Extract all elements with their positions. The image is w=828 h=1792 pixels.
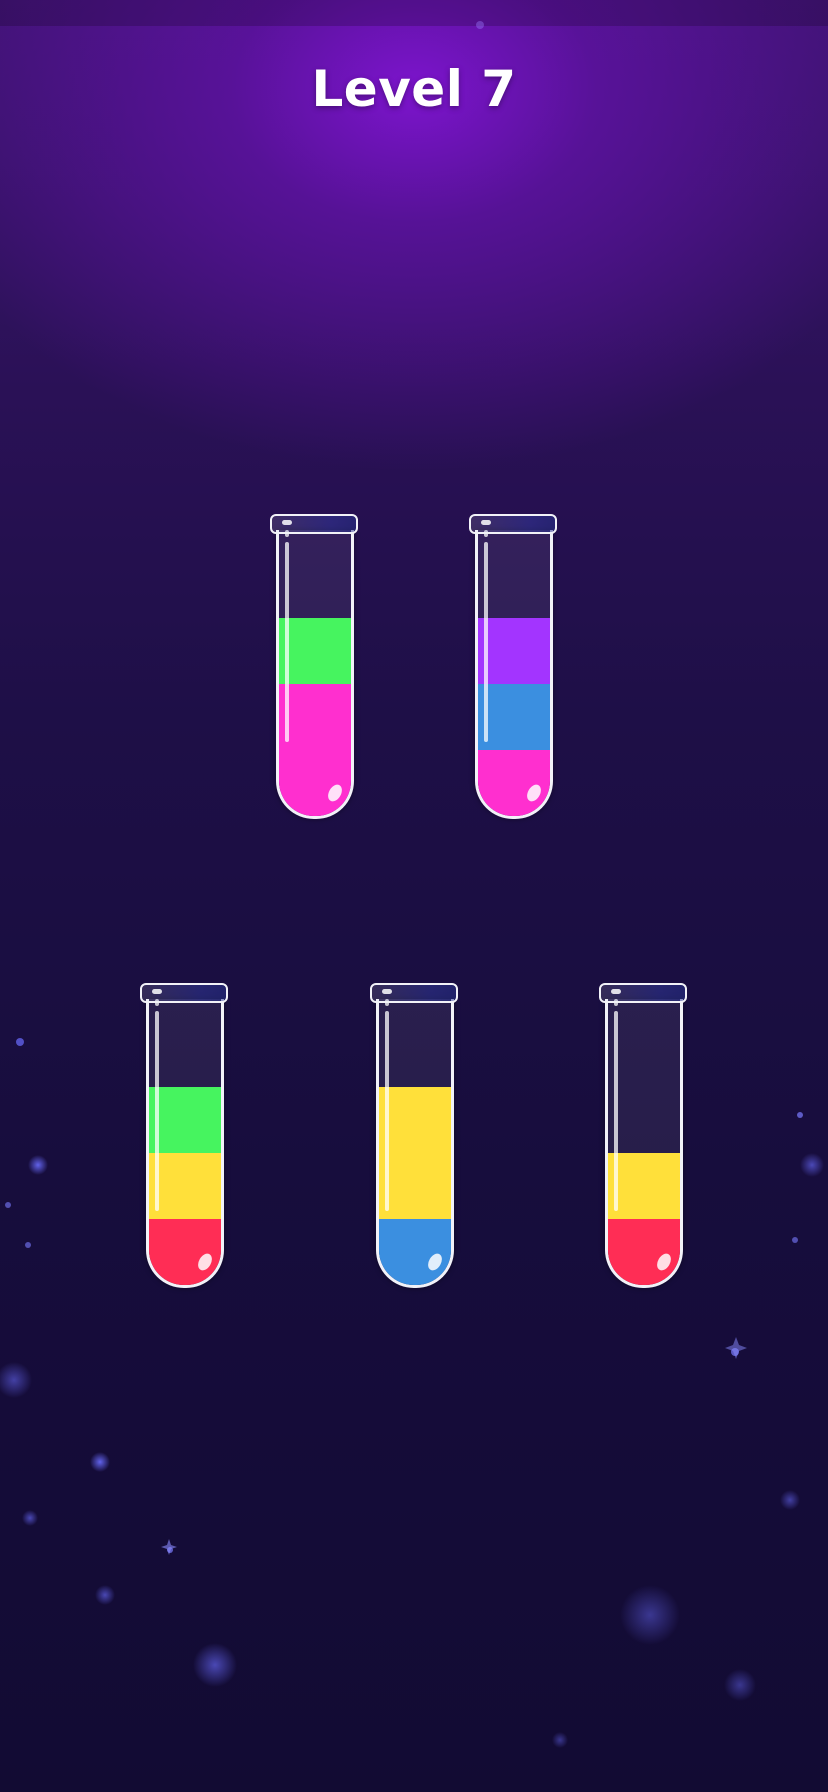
liquid-layer-pink <box>279 750 351 816</box>
liquid-layer-yellow <box>149 1153 221 1219</box>
test-tube[interactable] <box>469 514 557 822</box>
liquid-layer-yellow <box>608 1153 680 1219</box>
tube-rim <box>469 514 557 534</box>
level-title: Level 7 <box>311 60 517 118</box>
liquid-layer-pink <box>478 750 550 816</box>
liquid-layer-blue <box>478 684 550 750</box>
rim-highlight <box>382 989 392 994</box>
glass-highlight <box>285 542 289 742</box>
tube-glass <box>276 530 354 819</box>
liquid-layer-yellow <box>379 1087 451 1153</box>
liquid-layer-blue <box>379 1219 451 1285</box>
tube-glass <box>146 999 224 1288</box>
rim-highlight <box>481 520 491 525</box>
tube-glass <box>605 999 683 1288</box>
glass-highlight <box>484 542 488 742</box>
test-tube[interactable] <box>370 983 458 1291</box>
liquid-layer-purple <box>478 618 550 684</box>
tube-rim <box>140 983 228 1003</box>
liquid-layer-red <box>149 1219 221 1285</box>
tube-rim <box>270 514 358 534</box>
liquid-layer-pink <box>279 684 351 750</box>
liquid-layer-yellow <box>379 1153 451 1219</box>
rim-highlight <box>152 989 162 994</box>
test-tube[interactable] <box>140 983 228 1291</box>
tube-glass <box>376 999 454 1288</box>
status-bar-area <box>0 0 828 26</box>
rim-highlight <box>282 520 292 525</box>
test-tube[interactable] <box>270 514 358 822</box>
tube-rim <box>599 983 687 1003</box>
liquid-layer-green <box>149 1087 221 1153</box>
rim-highlight <box>611 989 621 994</box>
liquid-layer-red <box>608 1219 680 1285</box>
tube-glass <box>475 530 553 819</box>
glass-highlight <box>385 1011 389 1211</box>
background-sparkles <box>0 21 824 1748</box>
liquid-layer-green <box>279 618 351 684</box>
glass-highlight <box>155 1011 159 1211</box>
tube-rim <box>370 983 458 1003</box>
glass-highlight <box>614 1011 618 1211</box>
test-tube[interactable] <box>599 983 687 1291</box>
